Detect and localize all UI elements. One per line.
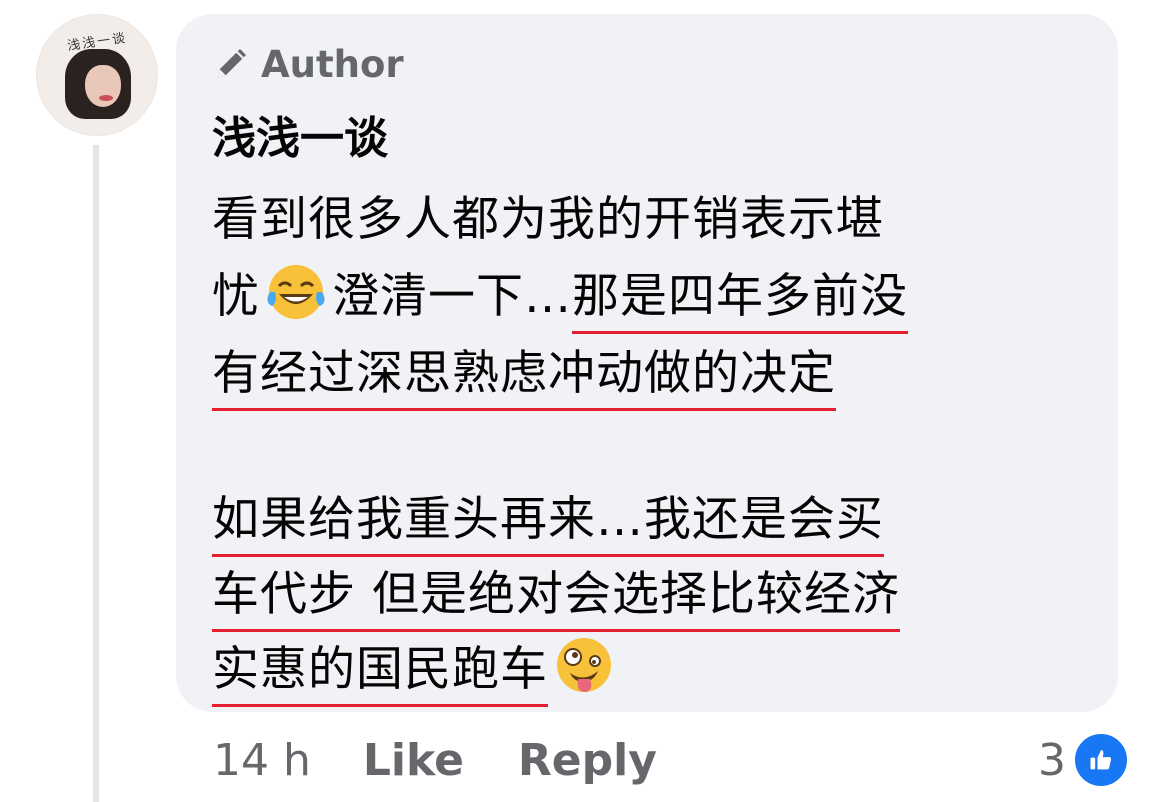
comment-line-2: 忧 澄清一下…那是四年多前没 (212, 257, 908, 326)
comment-line-4: 如果给我重头再来…我还是会买 (212, 492, 884, 547)
reply-button[interactable]: Reply (518, 735, 657, 786)
thread-line (93, 145, 99, 802)
comment-actions: 14 h Like Reply (213, 730, 657, 790)
like-button[interactable]: Like (363, 735, 464, 786)
comment-line-3: 有经过深思熟虑冲动做的决定 (212, 346, 836, 401)
comment-line-6: 实惠的国民跑车 (212, 630, 620, 699)
reaction-count: 3 (1038, 734, 1066, 786)
pencil-icon (217, 49, 246, 78)
comment-author-name[interactable]: 浅浅一谈 (212, 102, 388, 166)
author-badge: Author (213, 42, 404, 86)
avatar[interactable]: 浅浅一谈 (36, 14, 158, 136)
comment-line-1: 看到很多人都为我的开销表示堪 (212, 192, 884, 247)
thumbs-up-icon (1072, 731, 1130, 789)
comment-bubble: Author 浅浅一谈 看到很多人都为我的开销表示堪 忧 澄清一下…那是四年多前… (176, 14, 1118, 712)
comment-timestamp[interactable]: 14 h (213, 735, 311, 786)
author-badge-label: Author (261, 42, 404, 86)
zany-face-icon (557, 638, 611, 692)
reaction-summary[interactable]: 3 (1038, 730, 1130, 790)
comment-line-5: 车代步 但是绝对会选择比较经济 (212, 567, 900, 622)
face-with-tears-of-joy-icon (267, 265, 325, 319)
